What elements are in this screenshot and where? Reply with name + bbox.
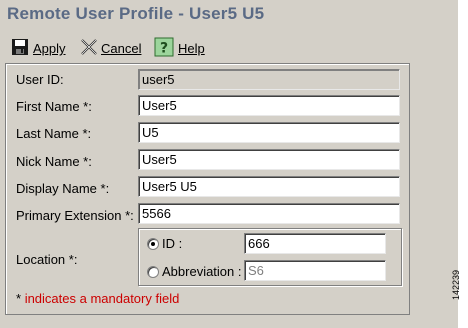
apply-button[interactable]: Apply bbox=[10, 36, 68, 60]
mandatory-star: * bbox=[16, 291, 22, 306]
nick-name-label: Nick Name *: bbox=[16, 154, 92, 169]
display-name-label: Display Name *: bbox=[16, 181, 110, 196]
close-x-icon bbox=[79, 37, 99, 57]
user-id-field: user5 bbox=[138, 69, 400, 90]
display-name-input[interactable]: User5 U5 bbox=[138, 176, 400, 197]
last-name-input[interactable]: U5 bbox=[138, 122, 400, 143]
location-id-label: ID : bbox=[162, 236, 183, 251]
location-label: Location *: bbox=[16, 252, 78, 267]
help-button[interactable]: ? Help bbox=[154, 36, 208, 60]
primary-extension-label: Primary Extension *: bbox=[16, 208, 134, 223]
last-name-label: Last Name *: bbox=[16, 126, 92, 141]
first-name-label: First Name *: bbox=[16, 99, 92, 114]
mandatory-field-note: * indicates a mandatory field bbox=[16, 291, 179, 306]
location-id-radio[interactable] bbox=[147, 238, 159, 250]
apply-label: Apply bbox=[33, 41, 66, 56]
svg-text:?: ? bbox=[160, 41, 168, 57]
question-mark-icon: ? bbox=[154, 37, 174, 57]
location-abbreviation-radio[interactable] bbox=[147, 266, 159, 278]
figure-id: 142239 bbox=[451, 269, 461, 300]
mandatory-note-text: indicates a mandatory field bbox=[24, 291, 180, 306]
page-title: Remote User Profile - User5 U5 bbox=[7, 4, 265, 23]
floppy-disk-icon bbox=[10, 37, 30, 57]
cancel-button[interactable]: Cancel bbox=[79, 36, 145, 60]
cancel-label: Cancel bbox=[101, 41, 142, 56]
primary-extension-input[interactable]: 5566 bbox=[138, 203, 400, 224]
first-name-input[interactable]: User5 bbox=[138, 95, 400, 116]
nick-name-input[interactable]: User5 bbox=[138, 149, 400, 170]
location-id-input[interactable]: 666 bbox=[244, 233, 386, 254]
location-abbreviation-input[interactable]: S6 bbox=[244, 260, 386, 281]
user-id-label: User ID: bbox=[16, 72, 64, 87]
help-label: Help bbox=[178, 41, 205, 56]
location-abbreviation-label: Abbreviation : bbox=[162, 264, 242, 279]
